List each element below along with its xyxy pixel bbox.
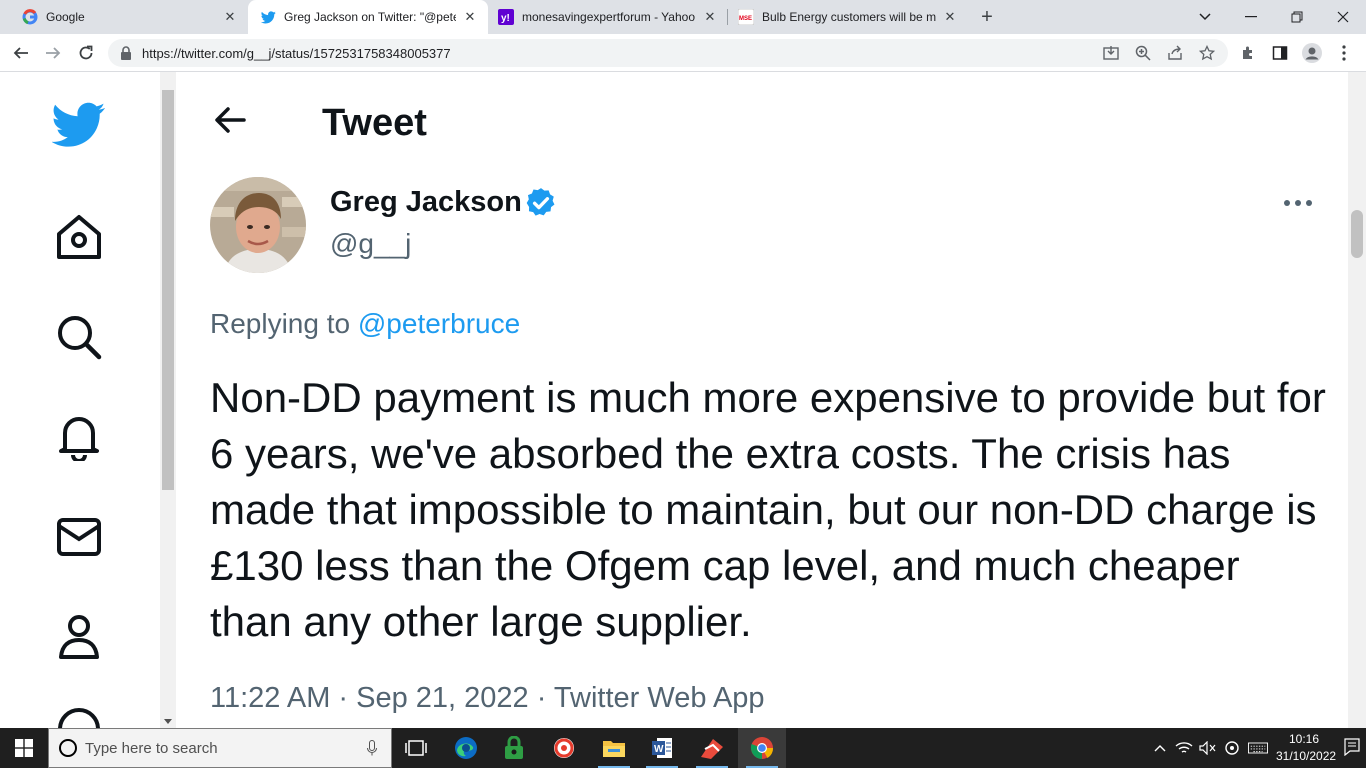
windows-start-icon[interactable] <box>0 728 48 768</box>
tab-title: monesavingexpertforum - Yahoo <box>522 10 695 24</box>
clock-date: 31/10/2022 <box>1276 749 1337 763</box>
scroll-down-arrow-icon[interactable] <box>164 719 172 724</box>
browser-tab-strip: Google ✕ Greg Jackson on Twitter: "@pete… <box>0 0 1366 34</box>
tab-google[interactable]: Google ✕ <box>0 0 248 34</box>
author-name[interactable]: Greg Jackson <box>330 186 522 219</box>
antivirus-app-icon[interactable] <box>540 728 588 768</box>
chrome-menu-icon[interactable] <box>1334 43 1354 63</box>
replying-prefix: Replying to <box>210 308 358 339</box>
tab-yahoo[interactable]: y! monesavingexpertforum - Yahoo ✕ <box>488 0 728 34</box>
lock-icon[interactable] <box>120 46 132 65</box>
tab-title: Greg Jackson on Twitter: "@peter <box>284 10 456 24</box>
profile-icon[interactable] <box>52 610 106 664</box>
close-tab-icon[interactable]: ✕ <box>942 9 958 25</box>
show-hidden-icons-icon[interactable] <box>1150 738 1170 758</box>
svg-text:W: W <box>654 744 664 755</box>
file-explorer-icon[interactable] <box>590 728 638 768</box>
keyboard-icon[interactable] <box>1248 738 1268 758</box>
profile-avatar-icon[interactable] <box>1302 43 1322 63</box>
install-app-icon[interactable] <box>1102 44 1120 62</box>
avatar[interactable] <box>210 177 306 273</box>
volume-icon[interactable] <box>1198 738 1218 758</box>
minimize-button[interactable] <box>1228 0 1274 34</box>
reload-button[interactable] <box>72 39 100 67</box>
twitter-icon <box>260 9 276 25</box>
close-tab-icon[interactable]: ✕ <box>222 9 238 25</box>
google-icon <box>22 9 38 25</box>
new-tab-button[interactable]: + <box>976 6 998 28</box>
messages-icon[interactable] <box>52 510 106 564</box>
network-status-icon[interactable] <box>1222 738 1242 758</box>
tab-title: Google <box>46 10 85 24</box>
page-scrollbar[interactable] <box>1348 72 1366 728</box>
more-menu-icon[interactable] <box>52 702 106 728</box>
microphone-icon[interactable] <box>367 740 377 761</box>
web-page: Tweet Greg Jackson @g__j Replying to @pe… <box>0 72 1366 728</box>
share-icon[interactable] <box>1166 44 1184 62</box>
notifications-icon[interactable] <box>52 410 106 464</box>
explore-icon[interactable] <box>52 310 106 364</box>
bookmark-star-icon[interactable] <box>1198 44 1216 62</box>
address-bar[interactable]: https://twitter.com/g__j/status/15725317… <box>108 39 1228 67</box>
task-view-icon[interactable] <box>392 728 440 768</box>
yahoo-icon: y! <box>498 9 514 25</box>
taskbar-search-input[interactable]: Type here to search <box>48 728 392 768</box>
word-icon[interactable]: W <box>638 728 686 768</box>
author-handle[interactable]: @g__j <box>330 228 411 260</box>
url-text: https://twitter.com/g__j/status/15725317… <box>142 46 451 61</box>
svg-text:y!: y! <box>501 13 510 24</box>
tab-twitter[interactable]: Greg Jackson on Twitter: "@peter ✕ <box>248 0 488 34</box>
notification-center-icon[interactable] <box>1344 738 1360 761</box>
search-icon <box>59 739 77 757</box>
verified-badge-icon <box>524 186 558 220</box>
forward-nav-button[interactable] <box>39 39 67 67</box>
more-options-icon[interactable] <box>1280 188 1316 218</box>
wifi-icon[interactable] <box>1174 738 1194 758</box>
svg-text:MSE: MSE <box>739 16 752 22</box>
tab-search-icon[interactable] <box>1182 0 1228 34</box>
home-icon[interactable] <box>52 210 106 264</box>
extensions-icon[interactable] <box>1238 43 1258 63</box>
mention-link[interactable]: @peterbruce <box>358 308 520 339</box>
system-clock[interactable]: 10:16 31/10/2022 <box>1276 731 1337 765</box>
side-panel-icon[interactable] <box>1270 43 1290 63</box>
restore-button[interactable] <box>1274 0 1320 34</box>
twitter-logo-icon[interactable] <box>52 98 106 152</box>
browser-toolbar: https://twitter.com/g__j/status/15725317… <box>0 34 1366 72</box>
close-window-button[interactable] <box>1320 0 1366 34</box>
close-tab-icon[interactable]: ✕ <box>702 9 718 25</box>
replying-to: Replying to @peterbruce <box>210 308 520 340</box>
scrollbar-thumb[interactable] <box>1351 210 1363 258</box>
tab-mse[interactable]: MSE Bulb Energy customers will be m ✕ <box>728 0 968 34</box>
mse-icon: MSE <box>738 9 754 25</box>
back-nav-button[interactable] <box>7 39 35 67</box>
sidebar-scrollbar[interactable] <box>160 72 176 728</box>
tweet-text: Non-DD payment is much more expensive to… <box>210 374 1326 645</box>
close-tab-icon[interactable]: ✕ <box>462 9 478 25</box>
remote-app-icon[interactable] <box>688 728 736 768</box>
sidebar-nav <box>0 72 160 728</box>
page-title: Tweet <box>322 102 427 144</box>
main-column: Tweet Greg Jackson @g__j Replying to @pe… <box>176 72 1348 728</box>
chrome-icon[interactable] <box>738 728 786 768</box>
vpn-lock-icon[interactable] <box>490 728 538 768</box>
search-placeholder: Type here to search <box>85 740 218 757</box>
back-arrow-icon[interactable] <box>212 102 248 138</box>
edge-icon[interactable] <box>442 728 490 768</box>
windows-taskbar: Type here to search W 10:16 31/10/2022 <box>0 728 1366 768</box>
scrollbar-thumb[interactable] <box>162 90 174 490</box>
clock-time: 10:16 <box>1288 732 1320 746</box>
tab-title: Bulb Energy customers will be m <box>762 10 936 24</box>
zoom-icon[interactable] <box>1134 44 1152 62</box>
tweet-timestamp[interactable]: 11:22 AM · Sep 21, 2022 · Twitter Web Ap… <box>210 682 765 715</box>
